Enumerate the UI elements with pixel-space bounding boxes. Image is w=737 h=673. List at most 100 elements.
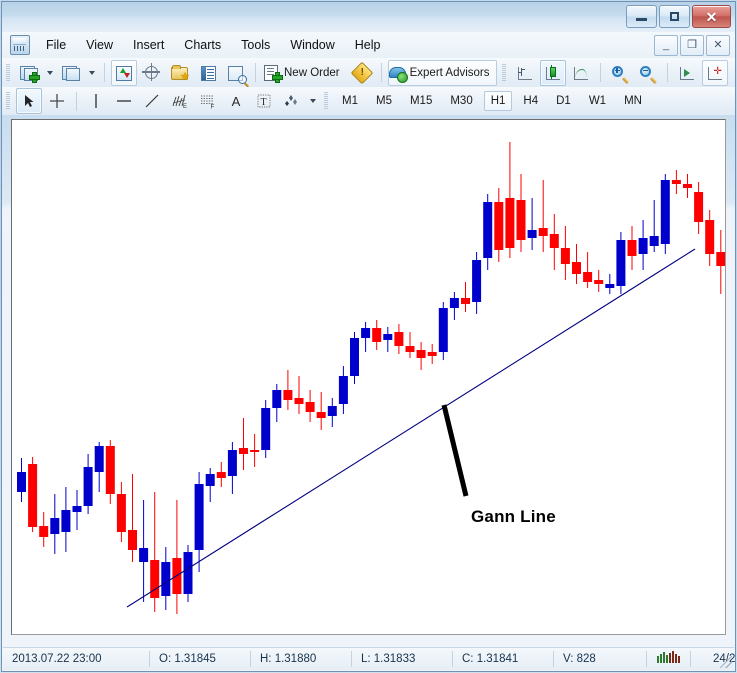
toolbar-separator <box>76 92 77 111</box>
toolbar-grip[interactable] <box>6 92 10 110</box>
status-open: O: 1.31845 <box>150 651 251 667</box>
close-button[interactable]: ✕ <box>692 5 731 28</box>
menu-item-view[interactable]: View <box>77 34 122 56</box>
timeframe-w1[interactable]: W1 <box>582 91 613 111</box>
menu-item-charts[interactable]: Charts <box>175 34 230 56</box>
mdi-minimize-button[interactable]: _ <box>654 35 678 56</box>
vertical-line-button[interactable] <box>83 88 109 114</box>
horizontal-line-button[interactable] <box>111 88 137 114</box>
candle-body <box>283 390 292 400</box>
new-order-button[interactable]: New Order <box>262 60 347 86</box>
candle-body <box>417 350 426 358</box>
expert-advisors-label: Expert Advisors <box>410 67 490 79</box>
gann-line-annotation-label: Gann Line <box>471 507 556 527</box>
zoom-in-button[interactable] <box>607 60 633 86</box>
candle-body <box>50 518 59 534</box>
candle-body <box>339 376 348 404</box>
trendline-button[interactable] <box>139 88 165 114</box>
text-button[interactable]: A <box>223 88 249 114</box>
status-close: C: 1.31841 <box>453 651 554 667</box>
toolbar-grip[interactable] <box>324 92 328 110</box>
fibonacci-button[interactable]: F <box>195 88 221 114</box>
toolbar-grip[interactable] <box>6 64 10 82</box>
candle-body <box>650 236 659 246</box>
crosshair-tool-button[interactable] <box>44 88 70 114</box>
menu-item-tools[interactable]: Tools <box>232 34 279 56</box>
cursor-button[interactable] <box>16 88 42 114</box>
status-volume: V: 828 <box>554 651 647 667</box>
timeframe-m30[interactable]: M30 <box>443 91 479 111</box>
candle-body <box>228 450 237 476</box>
toolbar-grip[interactable] <box>502 64 506 82</box>
candle-body <box>217 472 226 478</box>
navigator-button[interactable] <box>223 60 249 86</box>
favorites-button[interactable]: ★ <box>167 60 193 86</box>
candle-body <box>406 346 415 352</box>
candle-body <box>472 260 481 302</box>
maximize-button[interactable] <box>659 5 690 28</box>
elliott-wave-icon: E <box>171 93 189 109</box>
timeframe-h4[interactable]: H4 <box>516 91 545 111</box>
svg-text:T: T <box>261 97 267 108</box>
chart-shift-button[interactable]: ✛ <box>702 60 728 86</box>
new-chart-dropdown-icon[interactable] <box>47 71 53 75</box>
new-chart-icon <box>20 65 38 81</box>
maximize-icon <box>670 12 679 21</box>
timeframe-d1[interactable]: D1 <box>549 91 578 111</box>
status-connection[interactable] <box>647 651 691 667</box>
candle-body <box>550 234 559 248</box>
line-chart-button[interactable] <box>568 60 594 86</box>
candle-body <box>295 398 304 404</box>
alert-button[interactable]: ! <box>349 60 375 86</box>
market-watch-button[interactable] <box>111 60 137 86</box>
fibonacci-icon: F <box>199 93 217 109</box>
timeframe-m5[interactable]: M5 <box>369 91 399 111</box>
profiles-button[interactable] <box>58 60 84 86</box>
menu-item-help[interactable]: Help <box>346 34 390 56</box>
menu-item-file[interactable]: File <box>37 34 75 56</box>
candlestick-chart[interactable] <box>12 120 725 634</box>
timeframe-m1[interactable]: M1 <box>335 91 365 111</box>
menu-item-window[interactable]: Window <box>281 34 343 56</box>
timeframe-mn[interactable]: MN <box>617 91 649 111</box>
connection-strength-icon <box>647 651 690 663</box>
crosshair-button[interactable] <box>139 60 165 86</box>
shapes-button[interactable] <box>279 88 305 114</box>
crosshair-icon <box>48 93 66 109</box>
elliott-wave-button[interactable]: E <box>167 88 193 114</box>
mdi-restore-button[interactable]: ❐ <box>680 35 704 56</box>
toolbar-separator <box>255 63 256 82</box>
candle-body <box>39 526 48 537</box>
shapes-dropdown-icon[interactable] <box>310 99 316 103</box>
gann-trendline[interactable] <box>127 249 695 607</box>
menu-item-insert[interactable]: Insert <box>124 34 173 56</box>
favorites-folder-icon: ★ <box>171 65 189 81</box>
text-label-button[interactable]: T <box>251 88 277 114</box>
new-order-icon <box>263 65 281 81</box>
minimize-button[interactable] <box>626 5 657 28</box>
candlestick-chart-button[interactable] <box>540 60 566 86</box>
auto-scroll-button[interactable] <box>674 60 700 86</box>
data-window-button[interactable] <box>195 60 221 86</box>
window-frame: ✕ File View Insert Charts Tools Window H… <box>1 1 736 672</box>
new-chart-button[interactable] <box>16 60 42 86</box>
candle-body <box>428 352 437 356</box>
candle-body <box>250 450 259 452</box>
mdi-close-button[interactable]: ✕ <box>706 35 730 56</box>
candle-body <box>150 560 159 598</box>
candle-body <box>84 467 93 506</box>
candle-body <box>306 402 315 412</box>
drawing-toolbar: E F A T <box>2 87 735 116</box>
chart-area[interactable]: Gann Line <box>11 119 726 635</box>
candle-body <box>95 446 104 472</box>
candle-body <box>494 202 503 250</box>
profiles-dropdown-icon[interactable] <box>89 71 95 75</box>
zoom-out-button[interactable] <box>635 60 661 86</box>
bar-chart-button[interactable] <box>512 60 538 86</box>
resize-grip[interactable] <box>720 656 732 668</box>
expert-advisors-button[interactable]: Expert Advisors <box>388 60 497 86</box>
timeframe-h1[interactable]: H1 <box>484 91 513 111</box>
candle-body <box>616 240 625 286</box>
timeframe-m15[interactable]: M15 <box>403 91 439 111</box>
candle-body <box>583 272 592 282</box>
